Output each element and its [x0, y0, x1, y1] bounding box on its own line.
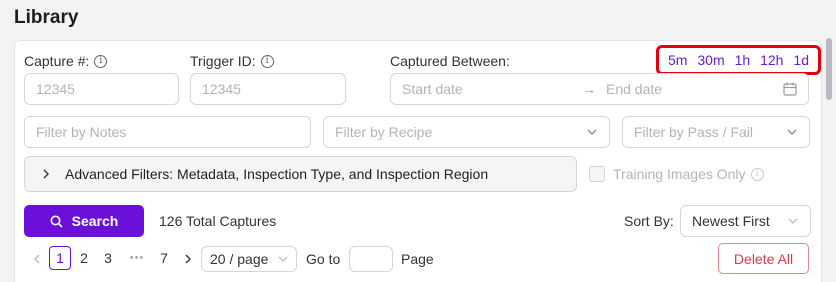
sort-by-label: Sort By: — [624, 213, 674, 229]
capture-number-field — [24, 73, 179, 105]
quick-range-30m[interactable]: 30m — [697, 52, 724, 68]
page-suffix-label: Page — [401, 251, 434, 267]
training-images-label: Training Images Only i — [613, 166, 764, 182]
quick-range-1h[interactable]: 1h — [735, 52, 751, 68]
delete-all-button[interactable]: Delete All — [718, 243, 809, 274]
goto-label: Go to — [306, 251, 341, 267]
chevron-right-icon — [185, 254, 191, 264]
next-page-button[interactable] — [177, 247, 199, 271]
capture-number-label: Capture #: i — [24, 53, 108, 69]
search-button[interactable]: Search — [24, 205, 144, 237]
quick-range-5m[interactable]: 5m — [668, 52, 687, 68]
recipe-filter-select[interactable]: Filter by Recipe — [323, 116, 610, 148]
trigger-id-field — [190, 73, 346, 105]
info-icon: i — [750, 167, 764, 181]
page-1-button[interactable]: 1 — [49, 246, 71, 270]
quick-range-group: 5m 30m 1h 12h 1d — [656, 45, 821, 75]
date-range-picker[interactable]: Start date → End date — [390, 73, 809, 105]
captured-between-label: Captured Between: — [390, 53, 510, 69]
goto-page-input[interactable] — [356, 251, 386, 267]
chevron-down-icon — [587, 129, 597, 135]
passfail-filter-select[interactable]: Filter by Pass / Fail — [622, 116, 810, 148]
page-3-button[interactable]: 3 — [97, 246, 119, 270]
quick-range-12h[interactable]: 12h — [760, 52, 783, 68]
chevron-down-icon — [278, 256, 288, 262]
sort-select[interactable]: Newest First — [680, 205, 811, 237]
training-images-checkbox[interactable] — [589, 166, 605, 182]
trigger-id-label: Trigger ID: i — [190, 53, 274, 69]
chevron-down-icon — [788, 218, 798, 224]
end-date-input[interactable]: End date — [606, 81, 783, 97]
capture-number-input[interactable] — [36, 81, 167, 97]
chevron-right-icon — [43, 169, 49, 179]
calendar-icon — [783, 82, 797, 96]
info-icon[interactable]: i — [260, 54, 274, 68]
chevron-down-icon — [787, 129, 797, 135]
search-icon — [50, 215, 63, 228]
start-date-input[interactable]: Start date — [402, 81, 582, 97]
chevron-left-icon — [34, 254, 40, 264]
scrollbar-thumb[interactable] — [826, 38, 832, 100]
goto-page-field — [349, 246, 393, 272]
notes-filter-field — [24, 116, 311, 148]
advanced-filters-toggle[interactable]: Advanced Filters: Metadata, Inspection T… — [24, 156, 577, 192]
page-7-button[interactable]: 7 — [153, 246, 175, 270]
range-arrow-icon: → — [582, 81, 596, 97]
trigger-id-input[interactable] — [202, 81, 334, 97]
total-captures-count: 126 Total Captures — [159, 213, 277, 229]
prev-page-button[interactable] — [26, 247, 48, 271]
quick-range-1d[interactable]: 1d — [793, 52, 809, 68]
page-title: Library — [14, 7, 79, 28]
info-icon[interactable]: i — [94, 54, 108, 68]
page-ellipsis[interactable]: ••• — [122, 246, 152, 270]
page-size-select[interactable]: 20 / page — [201, 246, 297, 272]
notes-filter-input[interactable] — [36, 124, 299, 140]
page-2-button[interactable]: 2 — [73, 246, 95, 270]
